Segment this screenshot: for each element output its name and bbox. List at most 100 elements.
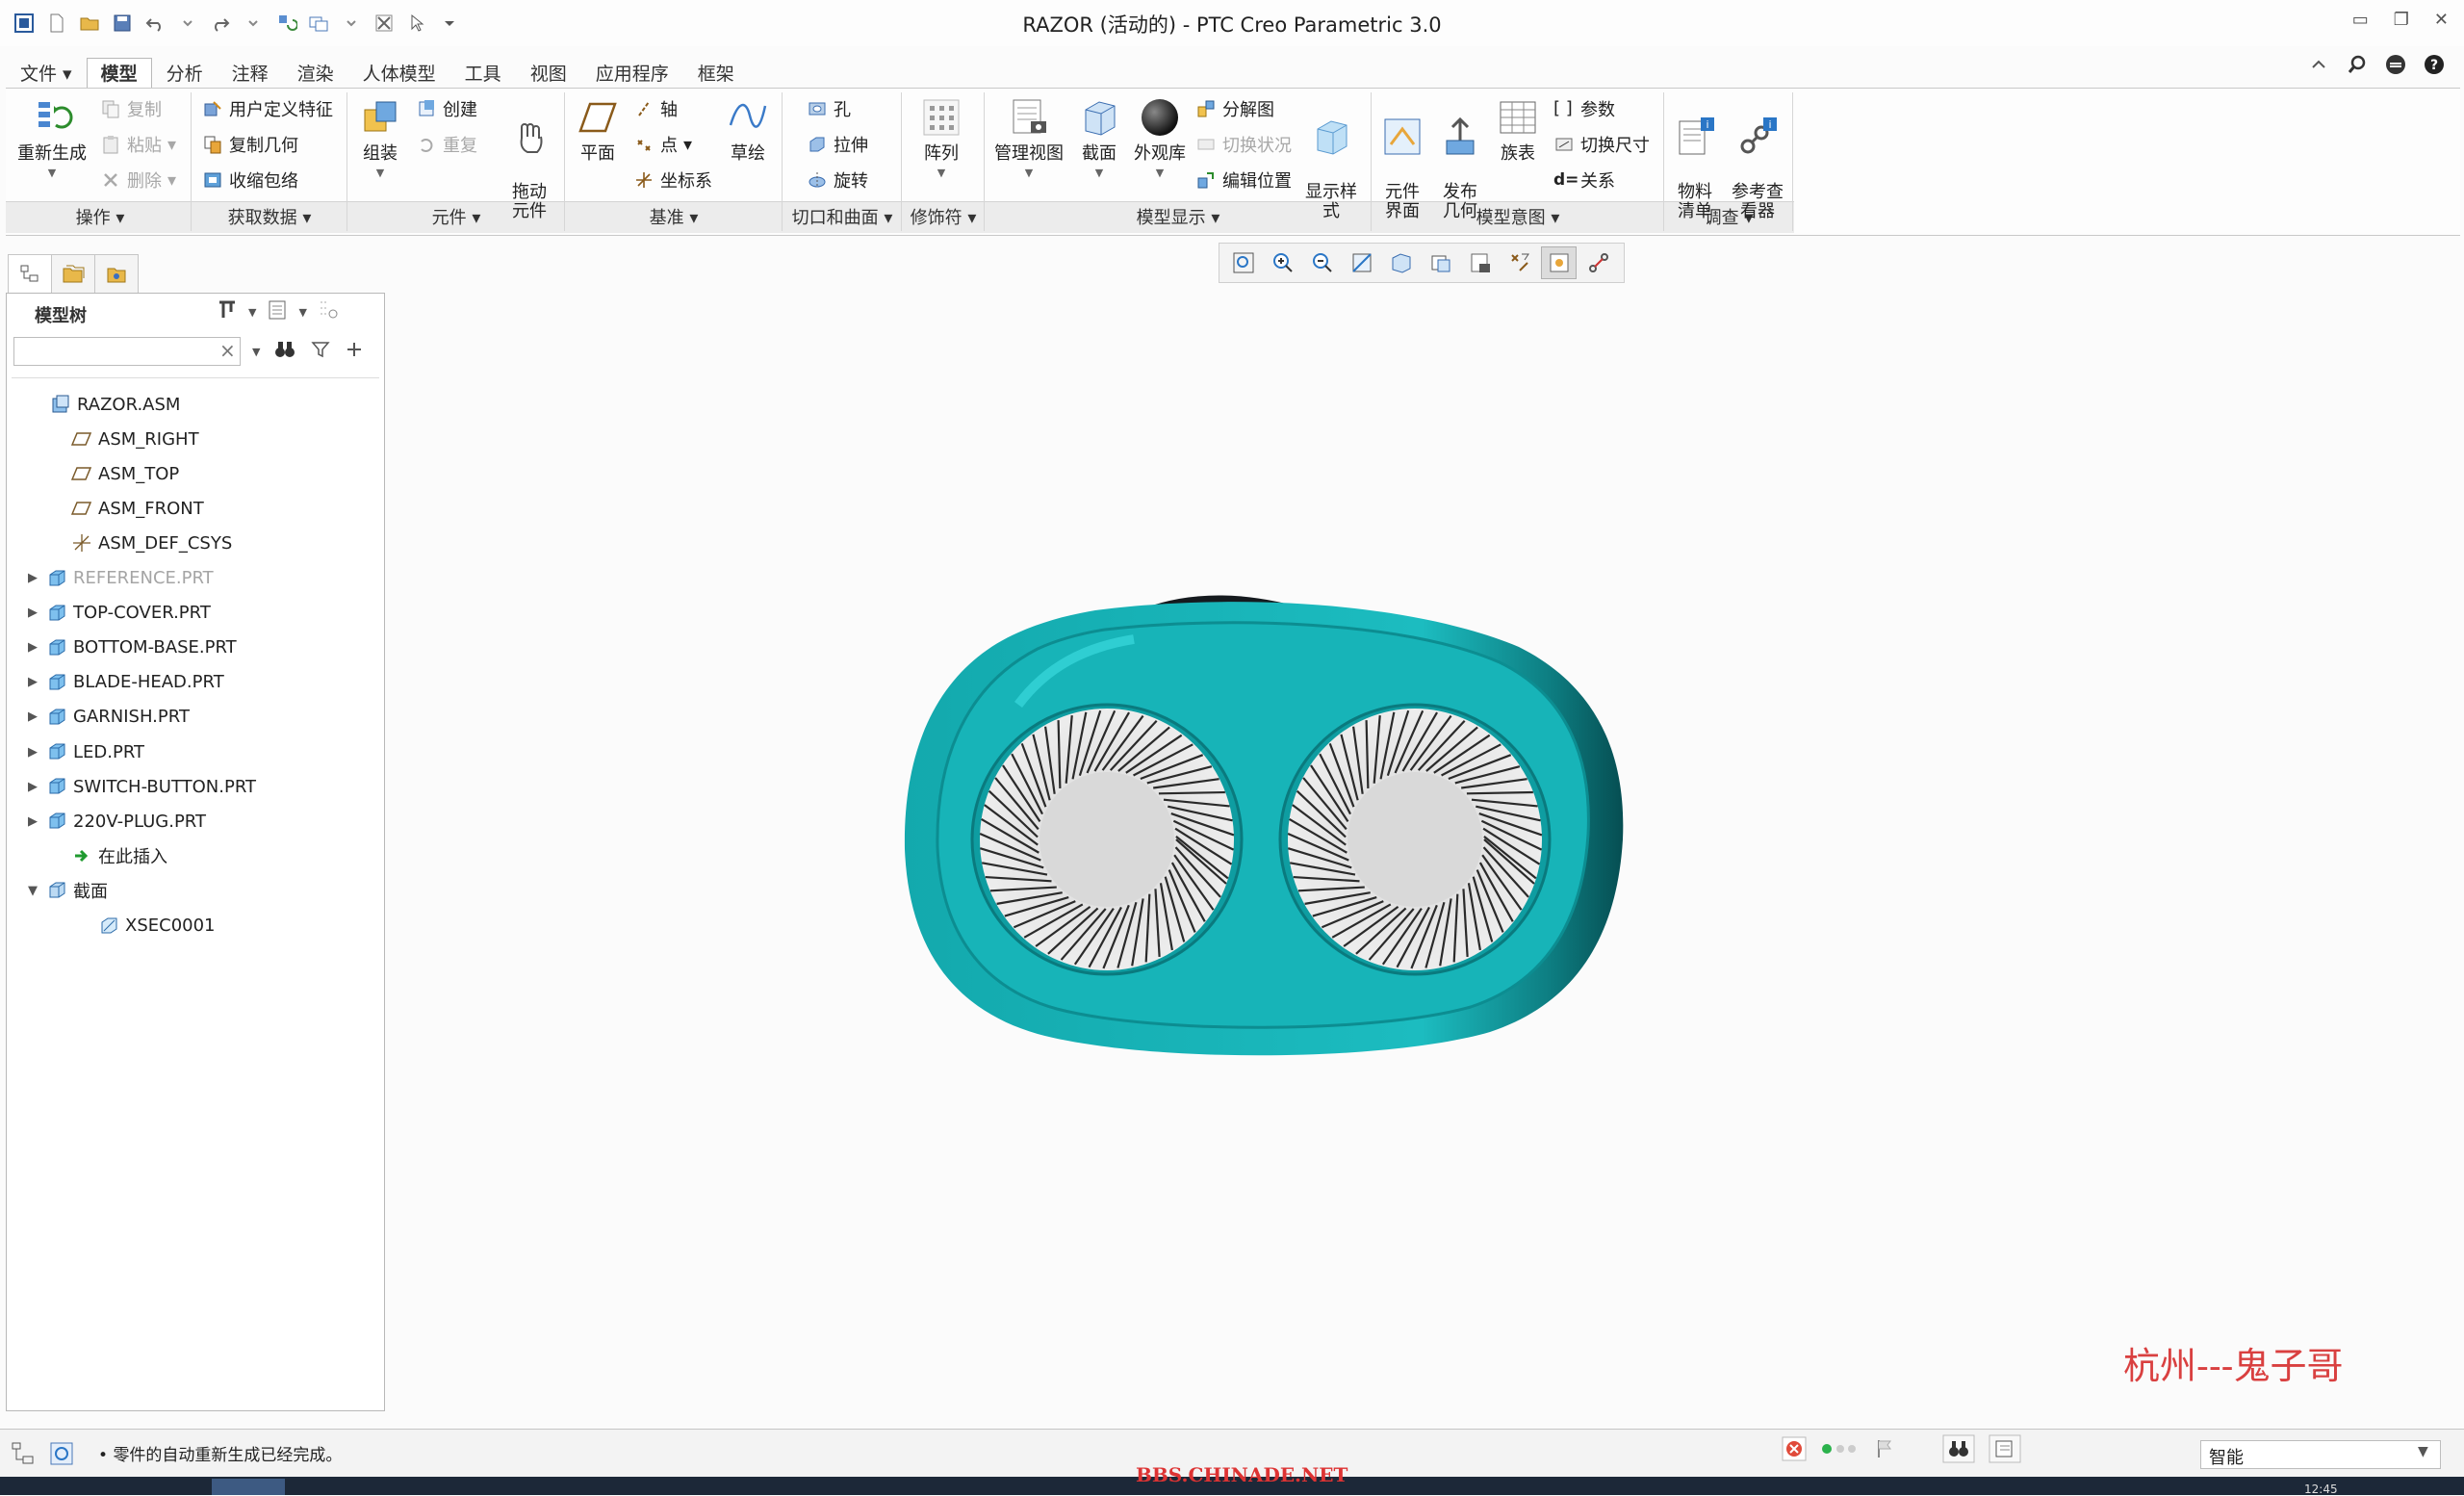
axis-button[interactable]: 轴 — [633, 94, 678, 123]
toggle-browser-icon[interactable] — [48, 1440, 75, 1471]
tab-framework[interactable]: 框架 — [683, 58, 749, 90]
view-manager-button[interactable] — [1462, 246, 1498, 279]
manage-views-dropdown-icon[interactable]: ▼ — [991, 164, 1066, 183]
extrude-button[interactable]: 拉伸 — [807, 130, 868, 159]
shrinkwrap-button[interactable]: 收缩包络 — [202, 166, 298, 194]
family-table-button[interactable]: 族表 — [1494, 96, 1542, 164]
section-dropdown-icon[interactable]: ▼ — [1074, 164, 1124, 183]
hole-button[interactable]: 孔 — [807, 94, 851, 123]
toggle-status-button[interactable]: 切换状况 — [1195, 130, 1292, 159]
show-list-icon[interactable] — [266, 298, 289, 325]
sketch-button[interactable]: 草绘 — [722, 96, 774, 164]
tab-view[interactable]: 视图 — [516, 58, 581, 90]
bill-of-materials-button[interactable]: i 物料 清单 — [1669, 96, 1721, 241]
section-button[interactable]: 截面 ▼ — [1074, 96, 1124, 183]
tab-applications[interactable]: 应用程序 — [581, 58, 683, 90]
tab-file[interactable]: 文件 ▾ — [6, 58, 87, 90]
community-icon[interactable] — [2383, 52, 2408, 77]
expand-arrow-icon[interactable]: ▶ — [23, 745, 42, 760]
exploded-view-button[interactable]: 分解图 — [1195, 94, 1274, 123]
tree-item[interactable]: ▶ BLADE-HEAD.PRT — [23, 668, 224, 697]
csys-button[interactable]: 坐标系 — [633, 166, 712, 194]
regenerate-dropdown-icon[interactable]: ▼ — [13, 164, 90, 183]
zoom-in-button[interactable] — [1265, 246, 1300, 279]
close-icon[interactable]: ✕ — [2434, 10, 2449, 30]
reference-viewer-button[interactable]: i 参考查 看器 — [1727, 96, 1788, 241]
group-label-cut-surface[interactable]: 切口和曲面 ▾ — [783, 204, 901, 229]
expand-arrow-icon[interactable]: ▶ — [23, 709, 42, 724]
expand-arrow-icon[interactable]: ▶ — [23, 571, 42, 585]
help-icon[interactable]: ? — [2422, 52, 2447, 77]
minimize-icon[interactable]: ▭ — [2352, 10, 2369, 30]
tree-item[interactable]: ASM_FRONT — [70, 494, 204, 523]
user-defined-feature-button[interactable]: 用户定义特征 — [202, 94, 333, 123]
tree-item[interactable]: ▼ 截面 — [23, 876, 108, 905]
find-binoculars-icon[interactable] — [273, 339, 296, 364]
publish-geometry-button[interactable]: 发布 几何 — [1432, 96, 1488, 241]
tab-analysis[interactable]: 分析 — [152, 58, 218, 90]
pattern-button[interactable]: 阵列 ▼ — [912, 96, 970, 183]
tree-item[interactable]: ▶ BOTTOM-BASE.PRT — [23, 633, 237, 662]
component-interface-button[interactable]: 元件 界面 — [1374, 96, 1430, 241]
tree-item[interactable]: ▶ LED.PRT — [23, 737, 144, 766]
expand-arrow-icon[interactable]: ▶ — [23, 640, 42, 655]
parameters-button[interactable]: [ ] 参数 — [1553, 94, 1615, 123]
tree-item[interactable]: ASM_RIGHT — [70, 425, 199, 453]
tree-item[interactable]: ▶ REFERENCE.PRT — [23, 564, 214, 593]
tree-filter-display-icon[interactable] — [317, 298, 340, 325]
pattern-dropdown-icon[interactable]: ▼ — [912, 164, 970, 183]
switch-dimensions-button[interactable]: 切换尺寸 — [1553, 130, 1650, 159]
copy-button[interactable]: 复制 — [100, 94, 162, 123]
spin-center-button[interactable] — [1541, 246, 1577, 279]
search-icon[interactable] — [2345, 52, 2370, 77]
expand-arrow-icon[interactable]: ▶ — [23, 606, 42, 620]
edit-position-button[interactable]: 编辑位置 — [1195, 166, 1292, 194]
taskbar-active-app[interactable] — [212, 1479, 285, 1495]
repaint-button[interactable] — [1344, 246, 1379, 279]
tree-settings-icon[interactable] — [216, 298, 239, 325]
assemble-button[interactable]: 组装 ▼ — [350, 96, 410, 183]
razor-model-view[interactable] — [903, 589, 1627, 1057]
drag-components-button[interactable]: 拖动 元件 — [500, 96, 558, 241]
appearance-dropdown-icon[interactable]: ▼ — [1130, 164, 1190, 183]
expand-arrow-icon[interactable]: ▶ — [23, 814, 42, 829]
datum-display-button[interactable] — [1502, 246, 1537, 279]
navtab-folder-browser[interactable] — [51, 254, 95, 295]
tree-item[interactable]: ▶ 220V-PLUG.PRT — [23, 807, 206, 836]
search-dropdown-icon[interactable]: ▼ — [252, 346, 260, 358]
tab-render[interactable]: 渲染 — [283, 58, 348, 90]
tab-model[interactable]: 模型 — [86, 58, 152, 90]
plane-button[interactable]: 平面 — [572, 96, 624, 164]
tree-item[interactable]: 在此插入 — [71, 841, 167, 870]
show-list-dropdown-icon[interactable]: ▼ — [298, 306, 306, 319]
group-label-modifiers[interactable]: 修饰符 ▾ — [903, 204, 984, 229]
assemble-dropdown-icon[interactable]: ▼ — [350, 164, 410, 183]
search-clear-icon[interactable]: × — [219, 339, 236, 362]
tree-item[interactable]: ASM_DEF_CSYS — [71, 529, 232, 557]
repeat-button[interactable]: 重复 — [416, 130, 477, 159]
restore-icon[interactable]: ❐ — [2394, 10, 2409, 30]
paste-button[interactable]: 粘贴 ▾ — [100, 130, 176, 159]
expand-arrow-icon[interactable]: ▶ — [23, 675, 42, 689]
point-button[interactable]: 点 ▾ — [633, 130, 692, 159]
copy-geometry-button[interactable]: 复制几何 — [202, 130, 298, 159]
tab-tools[interactable]: 工具 — [450, 58, 516, 90]
create-button[interactable]: 创建 — [416, 94, 477, 123]
refit-button[interactable] — [1225, 246, 1261, 279]
zoom-out-button[interactable] — [1304, 246, 1340, 279]
selection-buffer-icon[interactable] — [1989, 1434, 2021, 1467]
toggle-navigator-icon[interactable] — [10, 1440, 37, 1471]
collapse-arrow-icon[interactable]: ▼ — [23, 884, 42, 898]
filter-icon[interactable] — [310, 339, 331, 364]
tree-item[interactable]: RAZOR.ASM — [50, 390, 180, 419]
regen-status-icon[interactable] — [1781, 1435, 1808, 1466]
chevron-down-icon[interactable]: ▼ — [2418, 1444, 2428, 1459]
tab-annotate[interactable]: 注释 — [218, 58, 283, 90]
find-status-icon[interactable] — [1942, 1434, 1975, 1467]
add-column-icon[interactable] — [345, 340, 364, 363]
saved-orientations-button[interactable] — [1423, 246, 1458, 279]
revolve-button[interactable]: 旋转 — [807, 166, 868, 194]
tree-item[interactable]: ▶ GARNISH.PRT — [23, 703, 190, 732]
annotation-display-button[interactable] — [1580, 246, 1616, 279]
group-label-datum[interactable]: 基准 ▾ — [566, 204, 782, 229]
